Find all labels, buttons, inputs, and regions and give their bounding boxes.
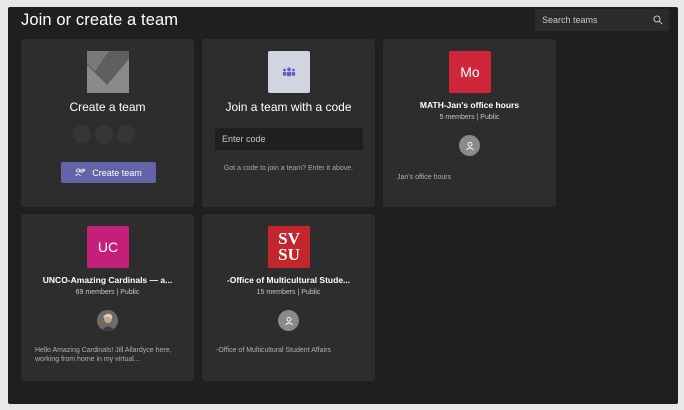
placeholder-avatars bbox=[73, 125, 135, 143]
team-logo-text: SV SU bbox=[278, 229, 300, 264]
team-name: UNCO-Amazing Cardinals — a... bbox=[42, 275, 173, 285]
team-description: -Office of Multicultural Student Affairs bbox=[216, 347, 331, 354]
team-avatar: UC bbox=[87, 226, 129, 268]
member-avatar-photo bbox=[97, 310, 118, 331]
person-icon bbox=[284, 316, 293, 325]
join-code-hint: Got a code to join a team? Enter it abov… bbox=[223, 165, 354, 172]
member-avatar bbox=[278, 310, 299, 331]
placeholder-avatar bbox=[95, 125, 113, 143]
placeholder-avatar bbox=[73, 125, 91, 143]
member-avatar bbox=[459, 135, 480, 156]
team-meta: 69 members | Public bbox=[75, 289, 140, 296]
create-team-illustration bbox=[87, 51, 129, 93]
user-photo-icon bbox=[97, 310, 118, 331]
create-team-button[interactable]: Create team bbox=[61, 162, 156, 183]
placeholder-avatar bbox=[117, 125, 135, 143]
teams-window: Join or create a team Search teams Creat… bbox=[8, 7, 678, 404]
create-team-button-label: Create team bbox=[92, 167, 142, 178]
person-icon bbox=[465, 141, 474, 150]
team-logo: SV SU bbox=[268, 226, 310, 268]
team-name: -Office of Multicultural Stude... bbox=[226, 275, 351, 285]
create-team-title: Create a team bbox=[69, 100, 146, 114]
join-with-code-card: Join a team with a code Enter code Got a… bbox=[202, 39, 375, 207]
page-title: Join or create a team bbox=[21, 11, 179, 29]
team-meta: 15 members | Public bbox=[256, 289, 321, 296]
enter-code-input[interactable]: Enter code bbox=[215, 128, 363, 150]
search-teams-input[interactable]: Search teams bbox=[535, 9, 669, 31]
team-meta: 5 members | Public bbox=[439, 114, 500, 121]
team-avatar: Mo bbox=[449, 51, 491, 93]
join-team-icon bbox=[268, 51, 310, 93]
team-card[interactable]: SV SU -Office of Multicultural Stude... … bbox=[202, 214, 375, 381]
add-team-icon bbox=[75, 168, 86, 177]
join-team-title: Join a team with a code bbox=[225, 100, 352, 114]
create-team-card: Create a team Create team bbox=[21, 39, 194, 207]
team-description: Hello Amazing Cardinals! Jill Allardyce … bbox=[35, 347, 172, 363]
search-icon[interactable] bbox=[653, 15, 663, 25]
search-placeholder: Search teams bbox=[542, 15, 598, 25]
team-description: Jan's office hours bbox=[397, 174, 452, 181]
team-card[interactable]: Mo MATH-Jan's office hours 5 members | P… bbox=[383, 39, 556, 207]
team-card[interactable]: UC UNCO-Amazing Cardinals — a... 69 memb… bbox=[21, 214, 194, 381]
team-name: MATH-Jan's office hours bbox=[419, 100, 520, 110]
